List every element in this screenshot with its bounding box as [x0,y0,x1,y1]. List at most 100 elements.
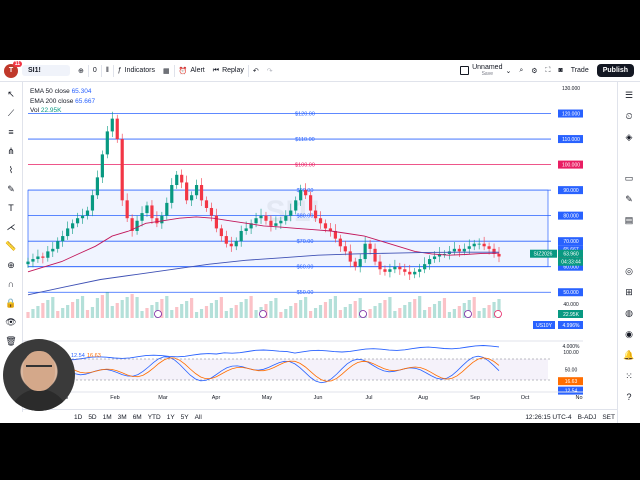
range-3m[interactable]: 3M [115,414,130,421]
cursor-icon[interactable]: ↖ [5,88,17,100]
alerts-clock-icon[interactable]: ⏲ [623,110,635,122]
replay-button[interactable]: ⏮ Replay [209,60,248,81]
time-label-mar: Mar [158,395,168,400]
ideas-icon[interactable]: ◍ [623,307,635,319]
alarm-clock-icon: ⏰ [178,67,188,75]
candle [214,215,218,229]
ema200-legend[interactable]: EMA 200 close 65.667 [30,97,95,107]
target-icon[interactable]: ◎ [623,265,635,277]
search-button[interactable]: ⌕ [515,60,527,81]
indicators-button[interactable]: ƒ Indicators [114,60,159,81]
range-5d[interactable]: 5D [85,414,99,421]
volume-bar [165,296,169,318]
pitchfork-icon[interactable]: ⋔ [5,145,17,157]
trend-line-icon[interactable]: ⟋ [5,107,17,119]
level-chart-label-60: $60.00 [297,265,314,271]
candle [244,228,248,231]
event-marker[interactable] [259,310,267,318]
layout-name: Unnamed [472,63,503,71]
broadcast-icon[interactable]: ◉ [623,328,635,340]
ruler-icon[interactable]: 📏 [5,240,17,252]
undo-button[interactable]: ↶ [249,60,263,81]
help-icon[interactable]: ? [623,391,635,403]
range-1d[interactable]: 1D [71,414,85,421]
plus-box-icon[interactable]: ⊞ [623,286,635,298]
bell-icon[interactable]: 🔔 [623,349,635,361]
layout-name-button[interactable]: Unnamed Save ⌄ [456,60,515,81]
time-label-oct: Oct [521,395,530,400]
range-1m[interactable]: 1M [100,414,115,421]
candle [353,261,357,267]
range-buttons: 1D 5D 1M 3M 6M YTD 1Y 5Y All [71,414,205,421]
interval-button[interactable]: 0 [89,60,101,81]
candle [388,269,392,272]
user-avatar[interactable]: T 11 [4,60,22,78]
alert-button[interactable]: ⏰ Alert [175,60,209,81]
magnet-icon[interactable]: ∩ [5,278,17,290]
fib-icon[interactable]: ⌇ [5,164,17,176]
range-1y[interactable]: 1Y [164,414,178,421]
volume-bar [289,306,293,318]
layers-icon[interactable]: ◈ [623,131,635,143]
event-marker[interactable] [494,310,502,318]
horizontal-lines-icon[interactable]: ≡ [5,126,17,138]
volume-bar [80,296,85,318]
settlement-toggle[interactable]: SET [599,414,618,421]
ema50-legend[interactable]: EMA 50 close 65.304 [30,87,95,97]
symbol-search[interactable]: SI1! [18,60,74,81]
snapshot-button[interactable]: ◙ [554,60,566,81]
candle [204,200,209,208]
candle [254,218,258,224]
volume-bar [224,311,228,318]
event-marker[interactable] [359,310,367,318]
trash-icon[interactable]: 🗑 [5,335,17,347]
publish-button[interactable]: Publish [593,60,640,81]
brush-icon[interactable]: ✎ [5,183,17,195]
text-icon[interactable]: T [5,202,17,214]
chart-type-button[interactable]: ⫴ [102,60,113,81]
chevron-down-icon: ⌄ [505,67,512,75]
volume-bar [427,307,432,318]
price-chart[interactable]: SI1! $120.00 120.000 $110.00 110.000 $100.00 1… [23,82,583,400]
pattern-icon[interactable]: ⋌ [5,221,17,233]
candle [219,228,223,237]
contract-tag-label: SIZ2026 [534,252,553,258]
candle [61,236,65,242]
lock-icon[interactable]: 🔒 [5,297,17,309]
volume-bar [170,310,174,318]
grid-dots-icon[interactable]: ⁙ [623,370,635,382]
volume-bar [204,306,209,318]
zoom-in-icon[interactable]: ⊕ [5,259,17,271]
event-marker[interactable] [464,310,472,318]
volume-bar [323,302,328,318]
volume-bar [125,297,129,318]
symbol-input[interactable]: SI1! [22,65,70,76]
range-all[interactable]: All [192,414,205,421]
redo-button[interactable]: ↷ [263,60,277,81]
pencil-icon[interactable]: ✎ [623,193,635,205]
adjustment-toggle[interactable]: B-ADJ [575,414,600,421]
range-5y[interactable]: 5Y [178,414,192,421]
trade-button[interactable]: Trade [567,60,593,81]
chat-icon[interactable]: ▭ [623,172,635,184]
candle [115,118,119,140]
watchlist-icon[interactable]: ☰ [623,89,635,101]
fullscreen-button[interactable]: ⛶ [542,60,555,81]
event-marker[interactable] [154,310,162,318]
volume-bar [61,308,65,318]
clock: 12:26:15 UTC-4 [525,413,572,421]
candle [199,185,204,201]
volume-legend[interactable]: Vol 22.95K [30,106,95,116]
compare-button[interactable]: ⊕ [74,60,88,81]
volume-bar [66,305,70,318]
settings-button[interactable]: ⚙ [527,60,541,81]
candle [264,215,268,221]
layouts-button[interactable]: ▦ [159,60,174,81]
volume-bar [274,298,278,318]
range-6m[interactable]: 6M [130,414,145,421]
eye-icon[interactable]: 👁 [5,316,17,328]
volume-bar [408,302,412,318]
range-ytd[interactable]: YTD [145,414,164,421]
volume-bar [472,297,476,318]
calendar-icon[interactable]: ▤ [623,214,635,226]
